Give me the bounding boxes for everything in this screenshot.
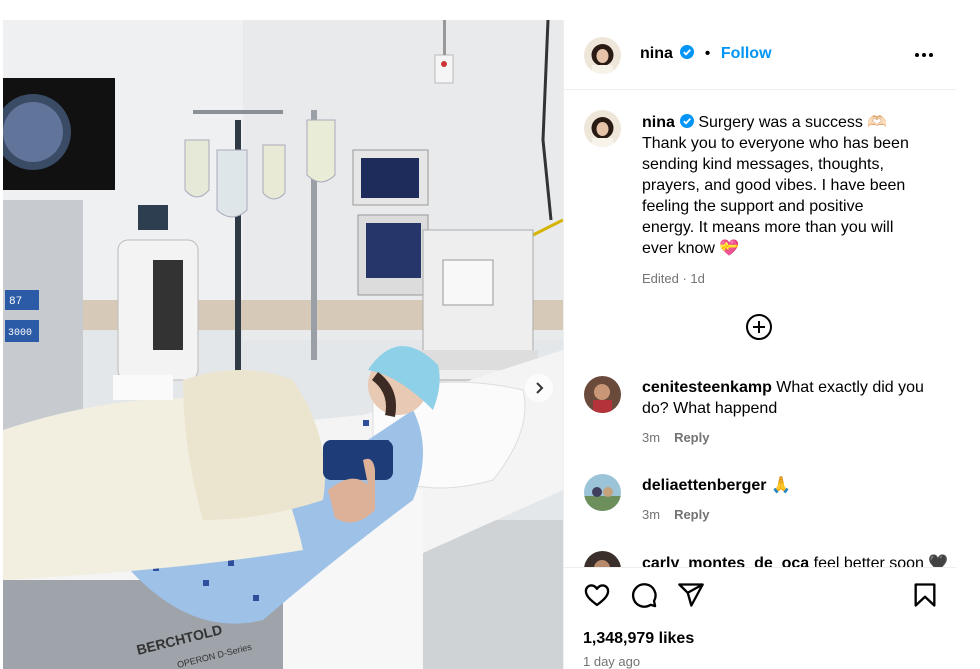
caption-text: feeling the support and positive bbox=[642, 198, 864, 215]
comment-text: What exactly did you bbox=[776, 379, 924, 396]
comment-time: 3m bbox=[642, 507, 661, 522]
caption-avatar[interactable] bbox=[584, 110, 621, 147]
caption-text: Thank you to everyone who has been bbox=[642, 135, 909, 152]
avatar-image bbox=[584, 376, 621, 413]
caption-line-1: nina Surgery was a success 🫶🏻 bbox=[642, 112, 942, 133]
follow-button[interactable]: Follow bbox=[721, 45, 772, 62]
comment-text: do? What happend bbox=[642, 400, 778, 417]
post-caption: nina Surgery was a success 🫶🏻 Thank you … bbox=[642, 112, 942, 289]
comment-username[interactable]: cenitesteenkamp bbox=[642, 379, 772, 396]
caption-text: sending kind messages, thoughts, bbox=[642, 156, 884, 173]
post-time: 1 day ago bbox=[583, 654, 641, 669]
comment-username[interactable]: carly_montes_de_oca bbox=[642, 555, 809, 567]
post-side-panel: nina • Follow nina Surgery was a success… bbox=[563, 20, 956, 669]
post-photo[interactable]: 87 3000 BERCHTOLD OPERON D-Series bbox=[3, 20, 563, 669]
comment-3: carly_montes_de_oca feel better soon 🖤 bbox=[642, 553, 948, 567]
post-actions: 1,348,979 likes 1 day ago bbox=[564, 567, 956, 669]
verified-icon bbox=[679, 114, 694, 128]
comment-time: 3m bbox=[642, 430, 661, 445]
comment-3-clip: carly_montes_de_oca feel better soon 🖤 bbox=[564, 545, 956, 567]
comment-2-meta: 3m Reply bbox=[642, 507, 709, 522]
author-username[interactable]: nina bbox=[640, 45, 673, 62]
reply-button[interactable]: Reply bbox=[674, 507, 709, 522]
commenter-avatar[interactable] bbox=[584, 474, 621, 511]
comment-1: cenitesteenkamp What exactly did you do?… bbox=[642, 377, 942, 419]
caption-text: ever know 💝 bbox=[642, 240, 740, 257]
share-icon[interactable] bbox=[677, 581, 705, 609]
chevron-right-icon bbox=[536, 382, 544, 394]
comment-text: 🙏 bbox=[770, 477, 791, 494]
likes-count[interactable]: 1,348,979 likes bbox=[583, 630, 694, 648]
header-author-line: nina • Follow bbox=[640, 45, 772, 63]
author-avatar[interactable] bbox=[584, 37, 621, 74]
verified-icon bbox=[680, 45, 695, 59]
caption-meta: Edited · 1d bbox=[642, 271, 705, 286]
commenter-avatar[interactable] bbox=[584, 551, 621, 567]
comment-icon[interactable] bbox=[630, 581, 658, 609]
hospital-photo-illustration: 87 3000 BERCHTOLD OPERON D-Series bbox=[3, 20, 563, 669]
add-comment-icon[interactable] bbox=[745, 313, 773, 341]
avatar-image bbox=[584, 110, 621, 147]
more-icon[interactable] bbox=[914, 45, 934, 65]
caption-text: prayers, and good vibes. I have been bbox=[642, 177, 906, 194]
commenter-avatar[interactable] bbox=[584, 376, 621, 413]
heart-icon[interactable] bbox=[583, 581, 611, 609]
separator-dot: • bbox=[704, 45, 711, 62]
caption-username[interactable]: nina bbox=[642, 114, 675, 131]
comment-text: feel better soon 🖤 bbox=[813, 555, 949, 567]
avatar-image bbox=[584, 37, 621, 74]
caption-text: energy. It means more than you will bbox=[642, 219, 894, 236]
carousel-next-button[interactable] bbox=[525, 374, 553, 402]
comment-1-meta: 3m Reply bbox=[642, 430, 709, 445]
bookmark-icon[interactable] bbox=[911, 581, 939, 609]
monitor-reading-1: 87 bbox=[9, 296, 22, 308]
reply-button[interactable]: Reply bbox=[674, 430, 709, 445]
avatar-image bbox=[584, 474, 621, 511]
caption-text: Surgery was a success 🫶🏻 bbox=[698, 114, 888, 131]
monitor-reading-2: 3000 bbox=[8, 328, 32, 339]
post-header: nina • Follow bbox=[564, 20, 956, 90]
avatar-image bbox=[584, 551, 621, 567]
comment-username[interactable]: deliaettenberger bbox=[642, 477, 766, 494]
comment-2: deliaettenberger 🙏 bbox=[642, 475, 942, 496]
